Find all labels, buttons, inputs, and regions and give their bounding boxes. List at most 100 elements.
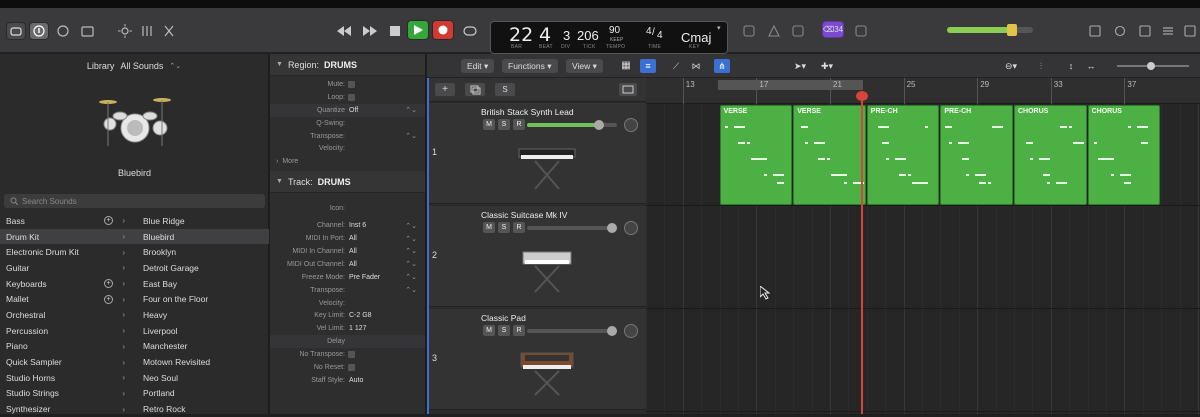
library-patch[interactable]: Detroit Garage xyxy=(135,260,269,276)
stepper-icon[interactable]: ⌃⌄ xyxy=(405,273,417,281)
inspector-row[interactable]: Loop: xyxy=(270,91,425,104)
inspector-value[interactable]: Pre Fader xyxy=(348,274,380,281)
library-category[interactable]: Synthesizer › xyxy=(0,401,135,417)
playhead[interactable] xyxy=(861,95,863,414)
library-category[interactable]: Mallet + › xyxy=(0,291,135,307)
inspector-row[interactable]: Delay xyxy=(270,335,425,349)
library-patch[interactable]: Motown Revisited xyxy=(135,354,269,370)
library-category[interactable]: Orchestral › xyxy=(0,307,135,323)
stepper-icon[interactable]: ⌃⌄ xyxy=(405,222,417,230)
midi-region[interactable]: CHORUS xyxy=(1087,105,1161,205)
media-browser-icon[interactable] xyxy=(1182,23,1198,39)
solo-button[interactable]: S xyxy=(498,325,510,336)
view-menu[interactable]: View ▾ xyxy=(566,59,603,73)
grid-view-icon[interactable]: ▦ xyxy=(619,59,633,73)
midi-region[interactable]: VERSE xyxy=(719,105,793,205)
toolbar-toggle-icon[interactable] xyxy=(79,23,95,39)
midi-region[interactable]: PRE-CH xyxy=(940,105,1013,205)
library-category[interactable]: Keyboards + › xyxy=(0,276,135,292)
library-patch[interactable]: Retro Rock xyxy=(135,401,269,417)
duplicate-track-button[interactable] xyxy=(465,83,485,96)
inspector-button[interactable] xyxy=(29,22,49,40)
library-category[interactable]: Studio Horns › xyxy=(0,370,135,386)
track-inspector-header[interactable]: ▼ Track: DRUMS xyxy=(270,171,425,194)
inspector-value[interactable]: 1 127 xyxy=(348,325,367,332)
edit-menu[interactable]: Edit ▾ xyxy=(461,59,495,73)
inspector-row[interactable]: Transpose: ⌃⌄ xyxy=(270,130,425,143)
track-name[interactable]: British Stack Synth Lead xyxy=(481,107,574,117)
vertical-zoom-icon[interactable]: ↕ xyxy=(1063,59,1079,73)
quick-help-icon[interactable] xyxy=(55,23,71,39)
inspector-row[interactable]: Q-Swing: xyxy=(270,117,425,130)
inspector-checkbox[interactable] xyxy=(348,93,355,101)
library-patch[interactable]: Four on the Floor xyxy=(135,291,269,307)
smart-controls-icon[interactable] xyxy=(117,23,133,39)
inspector-value[interactable]: C-2 G8 xyxy=(348,312,372,319)
library-category[interactable]: Electronic Drum Kit › xyxy=(0,244,135,260)
notepad-icon[interactable] xyxy=(1087,23,1103,39)
stepper-icon[interactable]: ⌃⌄ xyxy=(405,106,417,114)
zoom-slider[interactable] xyxy=(1117,62,1189,70)
count-in-button[interactable]: ⌫34 xyxy=(822,21,844,38)
cycle-icon[interactable] xyxy=(462,23,478,39)
midi-region[interactable]: PRE-CH xyxy=(866,105,940,205)
pointer-tool-icon[interactable]: ➤▾ xyxy=(790,59,810,73)
solo-button[interactable]: S xyxy=(498,222,510,233)
track-flex-button[interactable] xyxy=(619,83,637,96)
library-patch[interactable]: Liverpool xyxy=(135,323,269,339)
editors-icon[interactable] xyxy=(161,23,177,39)
lcd-display[interactable]: 22 4 3 206 BAR BEAT DIV TICK 90 KEEP TEM… xyxy=(490,21,728,54)
inspector-row[interactable]: Key Limit: C-2 G8 xyxy=(270,309,425,322)
track-name[interactable]: Classic Pad xyxy=(481,313,526,323)
add-plus-icon[interactable]: + xyxy=(104,294,113,304)
library-category[interactable]: Guitar › xyxy=(0,260,135,276)
track-name[interactable]: Classic Suitcase Mk IV xyxy=(481,210,567,220)
inspector-row[interactable]: MIDI Out Channel: All ⌃⌄ xyxy=(270,258,425,271)
stop-icon[interactable] xyxy=(387,23,403,39)
mute-button[interactable]: M xyxy=(483,325,495,336)
flex-icon[interactable]: ⋈ xyxy=(689,59,703,73)
waveform-zoom-icon[interactable]: ⫶ xyxy=(1033,59,1049,73)
record-enable-button[interactable]: R xyxy=(513,119,525,130)
library-patch[interactable]: East Bay xyxy=(135,276,269,292)
library-category[interactable]: Piano › xyxy=(0,339,135,355)
volume-knob[interactable] xyxy=(594,120,604,130)
inspector-row[interactable]: Quantize Off ⌃⌄ xyxy=(270,103,425,117)
lcd-tempo[interactable]: 90 xyxy=(609,25,620,36)
inspector-checkbox[interactable] xyxy=(348,80,355,88)
stepper-icon[interactable]: ⌃⌄ xyxy=(405,132,417,140)
inspector-row[interactable]: Staff Style: Auto xyxy=(270,374,425,387)
mute-button[interactable]: M xyxy=(483,119,495,130)
list-editors-icon[interactable] xyxy=(1160,23,1176,39)
mixer-icon[interactable] xyxy=(139,23,155,39)
autopunch-icon[interactable] xyxy=(790,23,806,39)
inspector-row[interactable]: Freeze Mode: Pre Fader ⌃⌄ xyxy=(270,271,425,284)
pan-knob[interactable] xyxy=(624,221,638,235)
library-category[interactable]: Percussion › xyxy=(0,323,135,339)
add-track-button[interactable]: + xyxy=(435,83,455,96)
inspector-checkbox[interactable] xyxy=(348,363,355,371)
inspector-value[interactable]: Auto xyxy=(348,377,363,384)
automation-icon[interactable]: ⟋ xyxy=(669,59,683,73)
functions-menu[interactable]: Functions ▾ xyxy=(502,59,558,73)
global-solo-button[interactable]: S xyxy=(495,83,515,96)
record-enable-button[interactable]: R xyxy=(513,222,525,233)
add-plus-icon[interactable]: + xyxy=(104,279,113,289)
horizontal-zoom-icon[interactable]: ↔ xyxy=(1083,59,1099,73)
track-header[interactable]: 3 Classic Pad M S R xyxy=(429,309,646,410)
playhead-handle[interactable] xyxy=(856,91,868,101)
pan-knob[interactable] xyxy=(624,118,638,132)
replace-icon[interactable] xyxy=(741,23,757,39)
stepper-icon[interactable]: ⌃⌄ xyxy=(405,286,417,294)
region-inspector-header[interactable]: ▼ Region: DRUMS xyxy=(270,54,425,76)
disclosure-down-icon[interactable]: ▼ xyxy=(276,178,283,185)
library-patch[interactable]: Manchester xyxy=(135,339,269,355)
browser-icon[interactable] xyxy=(1137,23,1153,39)
inspector-value[interactable]: Inst 6 xyxy=(348,222,366,229)
inspector-row[interactable]: MIDI In Port: All ⌃⌄ xyxy=(270,232,425,245)
solo-button[interactable]: S xyxy=(498,119,510,130)
lcd-dropdown-icon[interactable]: ▾ xyxy=(717,24,721,32)
lcd-sig-bottom[interactable]: 4 xyxy=(657,30,663,41)
metronome-icon[interactable] xyxy=(766,23,782,39)
record-button[interactable] xyxy=(432,20,454,40)
